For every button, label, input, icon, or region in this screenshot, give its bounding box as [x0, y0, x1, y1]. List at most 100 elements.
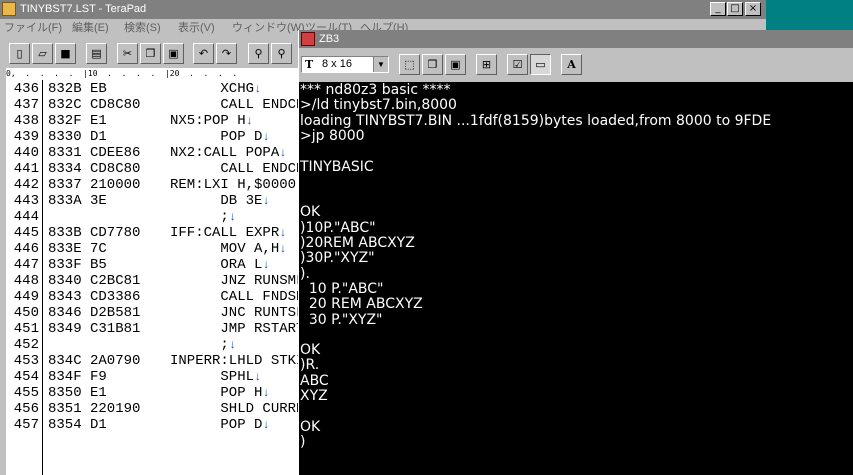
return-mark-icon: ↓: [262, 130, 270, 144]
font-button[interactable]: A: [561, 54, 582, 75]
paste-icon[interactable]: ▣: [163, 43, 184, 64]
return-mark-icon: ↓: [262, 258, 270, 272]
address-cell: 833B: [48, 225, 82, 241]
line-number: 448: [13, 273, 39, 289]
terminal-line: loading TINYBST7.BIN ...1fdf(8159)bytes …: [300, 112, 772, 129]
terminal-line: *** nd80z3 basic ****: [300, 82, 451, 98]
source-text: JMP RSTART: [170, 321, 298, 337]
paste-icon[interactable]: ▣: [445, 54, 466, 75]
address-cell: 833A: [48, 193, 82, 209]
return-mark-icon: ↓: [262, 194, 270, 208]
address-cell: 8337: [48, 177, 82, 193]
source-with-return: CALL FNDSKP↓: [170, 289, 298, 305]
open-folder-icon[interactable]: ▱: [32, 43, 53, 64]
source-with-return: CALL ENDCK↓: [170, 161, 298, 177]
menu-window[interactable]: ウィンドウ(W): [232, 19, 305, 37]
terminal-line: )20REM ABCXYZ: [300, 235, 415, 251]
source-text: REM:LXI H,$0000: [170, 177, 297, 193]
new-file-icon[interactable]: ▯: [9, 43, 30, 64]
print-icon[interactable]: ▤: [86, 43, 107, 64]
source-with-return: POP D↓: [170, 417, 269, 433]
line-number: 440: [13, 145, 39, 161]
source-text: JNC RUNTSL: [170, 305, 298, 321]
source-text: INPERR:LHLD STKI: [170, 353, 298, 369]
terapad-title-bar[interactable]: TINYBST7.LST - TeraPad _ □ ×: [0, 0, 766, 19]
editor-line: 453 834C 2A0790 INPERR:LHLD STKI↓: [6, 353, 298, 369]
copy-icon[interactable]: ❐: [422, 54, 443, 75]
text-editor[interactable]: 436832BEB XCHG↓437832CCD8C80 CALL ENDCK↓…: [6, 80, 298, 475]
menu-file[interactable]: ファイル(F): [4, 19, 62, 37]
hex-code-cell: F9: [90, 369, 107, 385]
maximize-button[interactable]: □: [727, 2, 743, 16]
terapad-app-icon[interactable]: [2, 2, 16, 16]
editor-line: 446 833E 7C MOV A,H↓: [6, 241, 298, 257]
terminal-line: 30 P."XYZ": [300, 311, 383, 328]
editor-line: 440 8331 CDEE86 NX2:CALL POPA↓: [6, 145, 298, 161]
terminal-screen[interactable]: *** nd80z3 basic **** >/ld tinybst7.bin,8…: [299, 82, 853, 475]
address-cell: 8331: [48, 145, 82, 161]
close-button[interactable]: ×: [745, 2, 761, 16]
line-number: 449: [13, 289, 39, 305]
copy-icon[interactable]: ❐: [140, 43, 161, 64]
line-number: 441: [13, 161, 39, 177]
zb3-title: ZB3: [319, 33, 340, 45]
properties-icon[interactable]: ☑: [507, 54, 528, 75]
redo-icon[interactable]: ↷: [216, 43, 237, 64]
source-text: CALL FNDSKP: [220, 289, 298, 305]
source-with-return: CALL ENDCK↓: [170, 97, 298, 113]
editor-line: 449 8343 CD3386 CALL FNDSKP↓: [6, 289, 298, 305]
terapad-toolbar: ▯ ▱ ■ ▤ ✂ ❐ ▣ ↶ ↷ ⚲ ⚲: [0, 40, 300, 68]
source-text: XCHG: [170, 81, 255, 97]
editor-line: 444 ;↓: [6, 209, 298, 225]
menu-view[interactable]: 表示(V): [178, 19, 215, 37]
address-cell: 833E: [48, 241, 82, 257]
address-cell: 834C: [48, 353, 82, 369]
line-number: 454: [13, 369, 39, 385]
window-title: TINYBST7.LST - TeraPad: [20, 3, 147, 15]
line-number: 445: [13, 225, 39, 241]
address-cell: 833F: [48, 257, 82, 273]
source-text: POP H: [170, 385, 263, 401]
hex-code-cell: CD8C80: [90, 161, 141, 177]
cut-icon[interactable]: ✂: [117, 43, 138, 64]
terminal-line: OK: [300, 204, 321, 221]
editor-line: 452 ;↓: [6, 337, 298, 353]
source-with-return: POP D↓: [170, 129, 270, 145]
line-number: 451: [13, 321, 39, 337]
source-text: ORA L: [170, 257, 263, 273]
address-cell: 832F: [48, 113, 82, 129]
undo-icon[interactable]: ↶: [193, 43, 214, 64]
return-mark-icon: ↓: [254, 370, 262, 384]
menu-edit[interactable]: 編集(E): [72, 19, 109, 37]
minimize-button[interactable]: _: [710, 2, 726, 16]
terminal-line: )R.: [300, 357, 320, 374]
line-number: 457: [13, 417, 39, 433]
zb3-title-bar[interactable]: ZB3: [299, 30, 853, 48]
return-mark-icon: ↓: [228, 338, 237, 352]
find-next-icon[interactable]: ⚲: [271, 43, 292, 64]
address-cell: 8334: [48, 161, 82, 177]
menu-search[interactable]: 検索(S): [124, 19, 161, 37]
fit-icon[interactable]: ⊞: [476, 54, 497, 75]
select-icon[interactable]: ⬚: [399, 54, 420, 75]
save-icon[interactable]: ■: [55, 43, 76, 64]
editor-line: 437 832C CD8C80 CALL ENDCK↓: [6, 97, 298, 113]
editor-line: 441 8334 CD8C80 CALL ENDCK↓: [6, 161, 298, 177]
address-cell: 834F: [48, 369, 82, 385]
address-cell: 8343: [48, 289, 82, 305]
terminal-line: TINYBASIC: [300, 158, 374, 175]
source-text: CALL ENDCK: [170, 97, 298, 113]
find-icon[interactable]: ⚲: [248, 43, 269, 64]
line-number: 452: [13, 337, 39, 353]
window-icon[interactable]: ▭: [530, 54, 551, 75]
source-with-return: POP H↓: [170, 385, 269, 401]
chevron-down-icon[interactable]: ▼: [373, 57, 388, 72]
source-with-return: DB 3E↓: [170, 193, 270, 209]
font-size-select[interactable]: T 8 x 16 ▼: [301, 56, 389, 73]
editor-line: 438 832F E1 NX5:POP H↓: [6, 113, 298, 129]
line-number: 446: [13, 241, 39, 257]
hex-code-cell: CD3386: [90, 289, 141, 305]
hex-code-cell: 220190: [90, 401, 141, 417]
zb3-app-icon[interactable]: [301, 32, 315, 46]
source-text: NX5:POP H: [170, 113, 246, 129]
